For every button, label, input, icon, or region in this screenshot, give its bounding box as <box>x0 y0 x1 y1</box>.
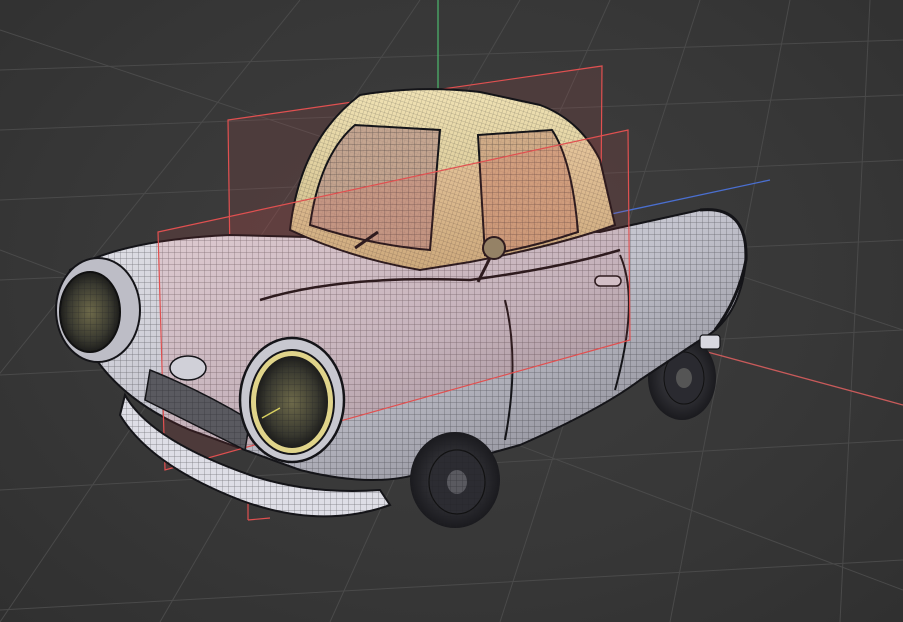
x-axis-line <box>699 349 903 406</box>
right-headlight <box>238 336 346 464</box>
scene <box>0 0 903 622</box>
front-wheel <box>410 432 500 528</box>
3d-viewport[interactable] <box>0 0 903 622</box>
left-headlight <box>55 257 141 363</box>
